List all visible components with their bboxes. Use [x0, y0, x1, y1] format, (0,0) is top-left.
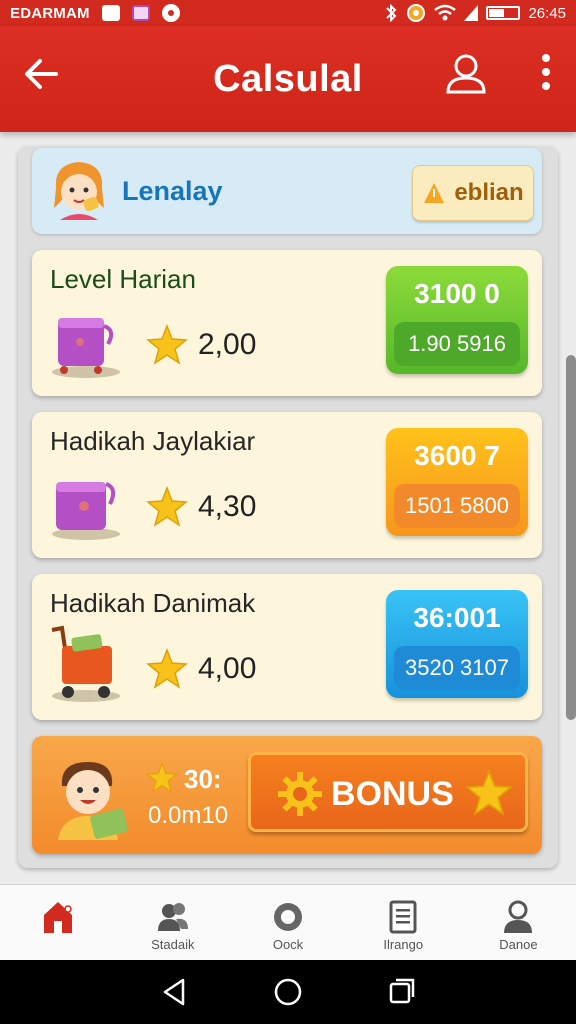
profile-header: Lenalay eblian — [32, 148, 542, 234]
level-value: 4,00 — [198, 652, 257, 685]
back-triangle-icon[interactable] — [157, 974, 193, 1010]
sun-gear-icon — [278, 772, 322, 816]
level-title: Level Harian — [50, 264, 196, 294]
purple-bag-icon — [52, 482, 120, 540]
level-value: 2,00 — [198, 328, 257, 361]
nav-label: Stadaik — [151, 937, 195, 952]
nav-home[interactable] — [0, 885, 115, 960]
people-icon — [157, 903, 188, 931]
star-icon — [465, 769, 513, 816]
signal-icon — [464, 5, 479, 21]
bonus-bar: 30: 0.0m10 BONUS — [32, 736, 542, 854]
recents-square-icon[interactable] — [383, 974, 419, 1010]
bonus-button[interactable]: BONUS — [248, 752, 528, 832]
bonus-sub: 0.0m10 — [148, 802, 229, 829]
price-button-orange[interactable]: 3600 7 1501 5800 — [386, 428, 528, 536]
purple-suitcase-icon — [52, 318, 120, 378]
price-bottom: 1.90 5916 — [394, 322, 520, 366]
nav-stadaik[interactable]: Stadaik — [115, 885, 230, 960]
more-vert-icon[interactable] — [536, 48, 556, 96]
status-bar: EDARMAM 26:45 — [0, 0, 576, 26]
home-circle-icon[interactable] — [270, 974, 306, 1010]
avatar — [54, 162, 104, 220]
level-title: Hadikah Jaylakiar — [50, 426, 256, 456]
profile-action-label: eblian — [454, 179, 524, 206]
level-card-1[interactable]: Level Harian 2,00 3100 0 1.90 5916 — [32, 250, 542, 396]
nav-label: Danoe — [499, 937, 538, 952]
price-top: 36:001 — [413, 602, 501, 633]
nav-ilrango[interactable]: Ilrango — [346, 885, 461, 960]
circle-icon — [274, 903, 302, 931]
price-bottom: 1501 5800 — [394, 484, 520, 528]
kid-avatar — [58, 762, 128, 840]
bluetooth-icon — [386, 4, 397, 22]
star-icon — [146, 762, 178, 794]
price-button-green[interactable]: 3100 0 1.90 5916 — [386, 266, 528, 374]
level-card-3[interactable]: Hadikah Danimak 4,00 36:001 3520 3107 — [32, 574, 542, 720]
status-time: 26:45 — [528, 4, 566, 22]
price-top: 3600 7 — [414, 440, 500, 471]
star-icon — [146, 486, 188, 527]
bonus-count: 30: — [184, 764, 222, 794]
profile-action-button[interactable]: eblian — [412, 165, 534, 221]
level-card-2[interactable]: Hadikah Jaylakiar 4,30 3600 7 1501 5800 — [32, 412, 542, 558]
nav-label: Ilrango — [383, 937, 424, 952]
level-value: 4,30 — [198, 490, 257, 523]
nav-label: Oock — [272, 937, 304, 952]
bottom-nav: Stadaik Oock Ilrango Danoe — [0, 884, 576, 960]
alarm-icon — [407, 4, 426, 22]
profile-name: Lenalay — [122, 176, 223, 206]
notification-record-icon — [161, 4, 180, 22]
system-nav-bar — [0, 960, 576, 1024]
battery-icon — [486, 6, 521, 20]
price-top: 3100 0 — [414, 278, 500, 309]
notification-image-icon — [101, 5, 120, 21]
star-icon — [146, 324, 188, 365]
document-icon — [389, 900, 417, 934]
status-app-name: EDARMAM — [10, 4, 90, 22]
warning-icon — [424, 183, 445, 203]
level-title: Hadikah Danimak — [50, 588, 256, 618]
arrow-left-icon[interactable] — [20, 52, 64, 96]
app-bar: Calsulal — [0, 26, 576, 132]
page-title: Calsulal — [213, 57, 363, 100]
person-icon — [504, 900, 533, 933]
shopping-cart-icon — [51, 625, 120, 702]
price-button-blue[interactable]: 36:001 3520 3107 — [386, 590, 528, 698]
price-bottom: 3520 3107 — [394, 646, 520, 690]
bonus-label: BONUS — [331, 775, 454, 813]
nav-danoe[interactable]: Danoe — [461, 885, 576, 960]
user-icon[interactable] — [444, 48, 488, 96]
home-icon — [43, 902, 72, 933]
battery-level — [489, 9, 505, 17]
nav-oock[interactable]: Oock — [230, 885, 345, 960]
notification-app-icon — [131, 5, 150, 21]
star-icon — [146, 648, 188, 689]
scrollbar-thumb[interactable] — [566, 355, 576, 720]
wifi-icon — [434, 4, 457, 21]
